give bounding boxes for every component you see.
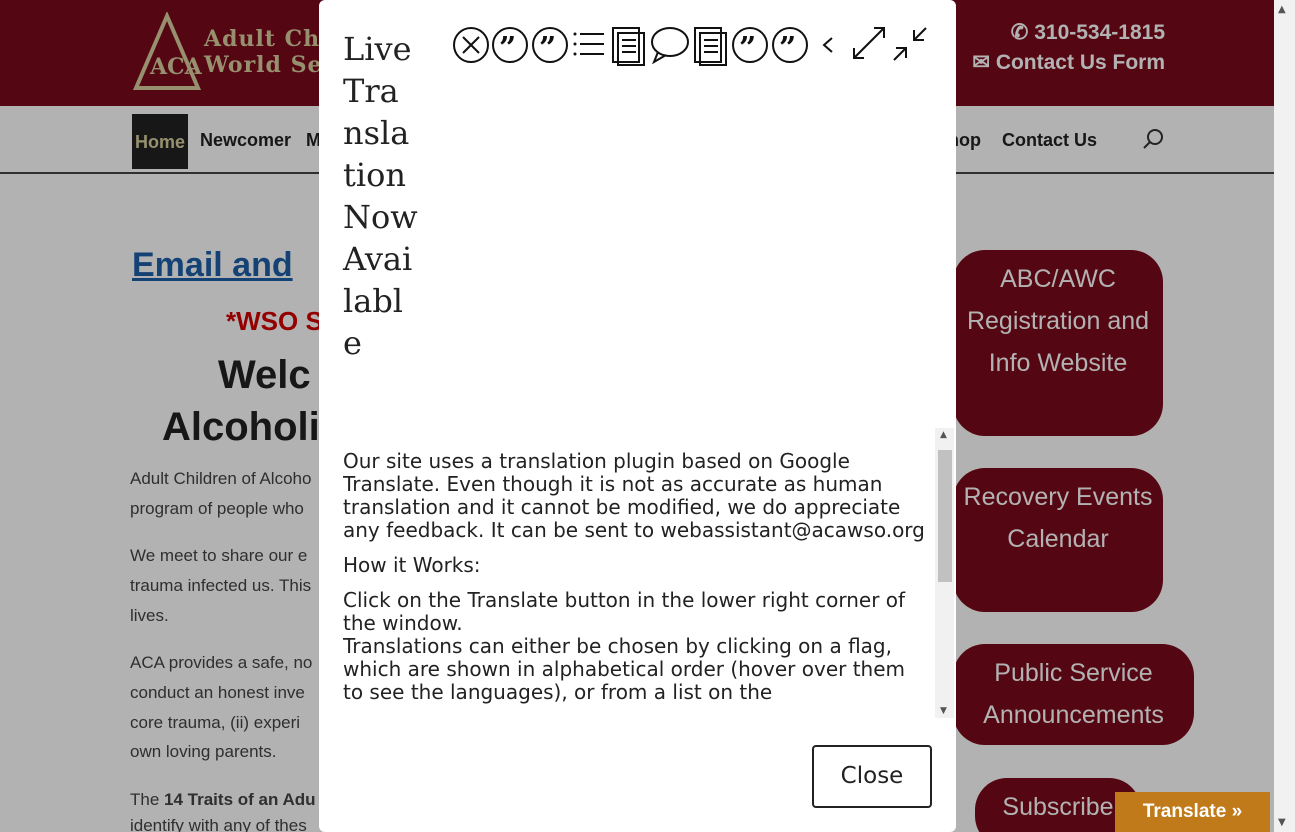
- modal-scroll-down-icon[interactable]: ▼: [940, 706, 947, 716]
- quote-icon-2[interactable]: ”: [531, 24, 569, 64]
- expand-icon[interactable]: [850, 24, 888, 64]
- list-icon[interactable]: [572, 24, 606, 64]
- svg-text:”: ”: [539, 31, 556, 64]
- svg-text:”: ”: [739, 31, 756, 64]
- translate-button[interactable]: Translate »: [1115, 792, 1270, 832]
- close-circle-icon[interactable]: [452, 24, 490, 64]
- quote-icon-4[interactable]: ”: [771, 24, 809, 64]
- translation-modal: Live Translation Now Available ” ” ” ” O…: [319, 0, 956, 832]
- modal-paragraph2: Click on the Translate button in the low…: [343, 588, 906, 635]
- scroll-up-icon[interactable]: ▲: [1278, 4, 1286, 15]
- modal-scroll-thumb[interactable]: [938, 450, 952, 582]
- modal-scroll-up-icon[interactable]: ▲: [940, 430, 947, 440]
- speech-bubble-icon[interactable]: [650, 24, 690, 64]
- modal-content: Our site uses a translation plugin based…: [343, 450, 928, 718]
- modal-scrollbar[interactable]: ▲ ▼: [935, 428, 954, 718]
- modal-paragraph1: Our site uses a translation plugin based…: [343, 450, 925, 542]
- document-icon[interactable]: [610, 24, 646, 66]
- chevron-left-icon[interactable]: [820, 24, 838, 64]
- modal-paragraph3: Translations can either be chosen by cli…: [343, 634, 906, 704]
- scroll-down-icon[interactable]: ▼: [1278, 817, 1286, 828]
- modal-title: Live Translation Now Available: [343, 30, 418, 362]
- svg-text:”: ”: [779, 31, 796, 64]
- quote-icon[interactable]: ”: [491, 24, 529, 64]
- page-scrollbar[interactable]: ▲ ▼: [1274, 0, 1295, 832]
- modal-heading: How it Works:: [343, 553, 481, 577]
- document-icon-2[interactable]: [692, 24, 728, 66]
- svg-text:”: ”: [499, 31, 516, 64]
- collapse-icon[interactable]: [890, 24, 930, 64]
- quote-icon-3[interactable]: ”: [731, 24, 769, 64]
- close-button[interactable]: Close: [812, 745, 932, 808]
